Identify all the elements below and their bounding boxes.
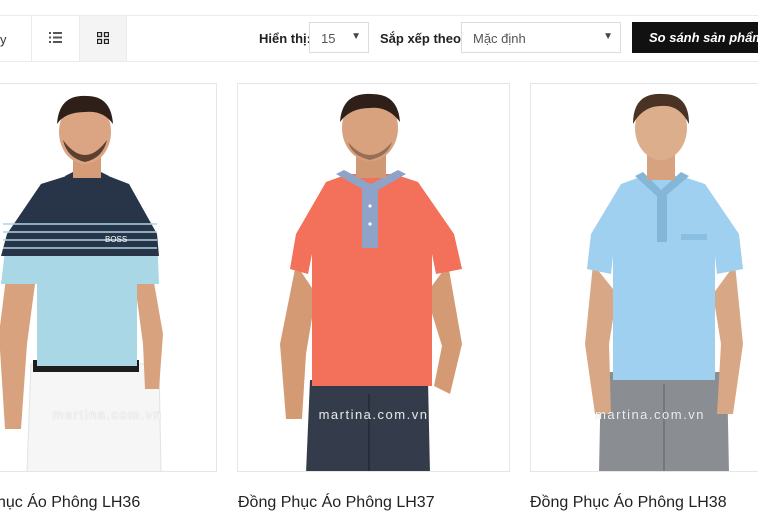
product-toolbar: y Hiển thị: 15 ▼ Sắp xếp theo: Mặc định … [0, 15, 758, 62]
grid-icon [97, 32, 109, 44]
product-name[interactable]: hục Áo Phông LH36 [0, 494, 140, 512]
product-name[interactable]: Đồng Phục Áo Phông LH37 [238, 494, 435, 512]
sort-label: Sắp xếp theo: [380, 31, 466, 46]
show-count-label: Hiển thị: [259, 31, 311, 46]
compare-products-button[interactable]: So sánh sản phẩm [632, 22, 758, 53]
show-count-value: 15 [321, 31, 336, 46]
product-name[interactable]: Đồng Phục Áo Phông LH38 [530, 494, 727, 512]
list-view-button[interactable] [32, 16, 79, 61]
image-watermark: martina.com.vn [52, 407, 163, 422]
list-icon [49, 32, 62, 43]
chevron-down-icon: ▼ [351, 31, 361, 42]
show-count-select[interactable]: 15 ▼ [309, 22, 369, 53]
svg-text:BOSS: BOSS [105, 235, 127, 244]
product-card[interactable]: martina.com.vn [530, 83, 758, 472]
sort-value: Mặc định [473, 31, 526, 46]
image-watermark: martina.com.vn [595, 407, 705, 422]
product-card[interactable]: martina.com.vn [237, 83, 510, 472]
chevron-down-icon: ▼ [603, 31, 613, 42]
image-watermark: martina.com.vn [318, 407, 429, 422]
sort-select[interactable]: Mặc định ▼ [461, 22, 621, 53]
product-card[interactable]: BOSS martina.com.vn [0, 83, 217, 472]
grid-view-button[interactable] [80, 16, 127, 61]
toolbar-divider [126, 16, 127, 61]
view-mode-label: y [0, 32, 7, 47]
